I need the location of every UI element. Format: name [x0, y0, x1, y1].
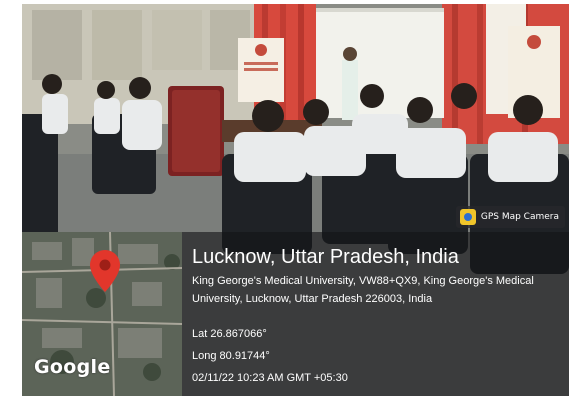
location-title: Lucknow, Uttar Pradesh, India: [192, 246, 459, 268]
location-info-panel: GPS Map Camera Lucknow, Uttar Pradesh, I…: [182, 206, 569, 396]
gps-map-camera-badge: GPS Map Camera: [455, 206, 565, 228]
classroom-photo: Google GPS Map Camera Lucknow, Uttar Pra…: [22, 4, 569, 396]
timestamp-text: 02/11/22 10:23 AM GMT +05:30: [192, 372, 348, 384]
latitude-text: Lat 26.867066°: [192, 328, 267, 340]
map-pin-icon: [90, 250, 120, 292]
longitude-text: Long 80.91744°: [192, 350, 270, 362]
google-logo: Google: [34, 356, 111, 378]
satellite-map: Google: [22, 232, 182, 396]
camera-badge-label: GPS Map Camera: [480, 212, 559, 222]
photo-frame: Google GPS Map Camera Lucknow, Uttar Pra…: [0, 0, 571, 401]
location-address: King George's Medical University, VW88+Q…: [192, 275, 534, 305]
gps-map-camera-icon: [459, 209, 476, 225]
gps-stamp: Google GPS Map Camera Lucknow, Uttar Pra…: [22, 206, 569, 396]
